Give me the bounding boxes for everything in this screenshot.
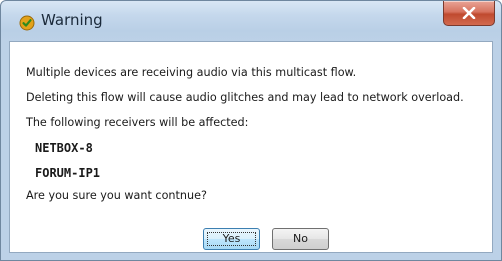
message-line-receivers-affected: The following receivers will be affected… (26, 116, 249, 129)
yes-button[interactable]: Yes (203, 228, 260, 250)
confirm-question: Are you sure you want contnue? (26, 189, 207, 202)
message-line-deleting-flow: Deleting this flow will cause audio glit… (26, 91, 464, 104)
window-title: Warning (41, 11, 103, 29)
title-bar[interactable]: Warning (1, 1, 501, 41)
close-icon (462, 7, 476, 19)
no-button-label: No (293, 232, 308, 245)
receiver-item: NETBOX-8 (35, 141, 93, 155)
dialog-content: Multiple devices are receiving audio via… (9, 41, 493, 253)
close-button[interactable] (443, 1, 495, 26)
message-line-multiple-devices: Multiple devices are receiving audio via… (26, 66, 357, 79)
no-button[interactable]: No (272, 228, 329, 250)
warning-shield-icon (19, 15, 35, 31)
receiver-item: FORUM-IP1 (35, 166, 101, 180)
focus-ring (207, 232, 256, 246)
warning-dialog: Warning Multiple devices are receiving a… (0, 0, 502, 261)
